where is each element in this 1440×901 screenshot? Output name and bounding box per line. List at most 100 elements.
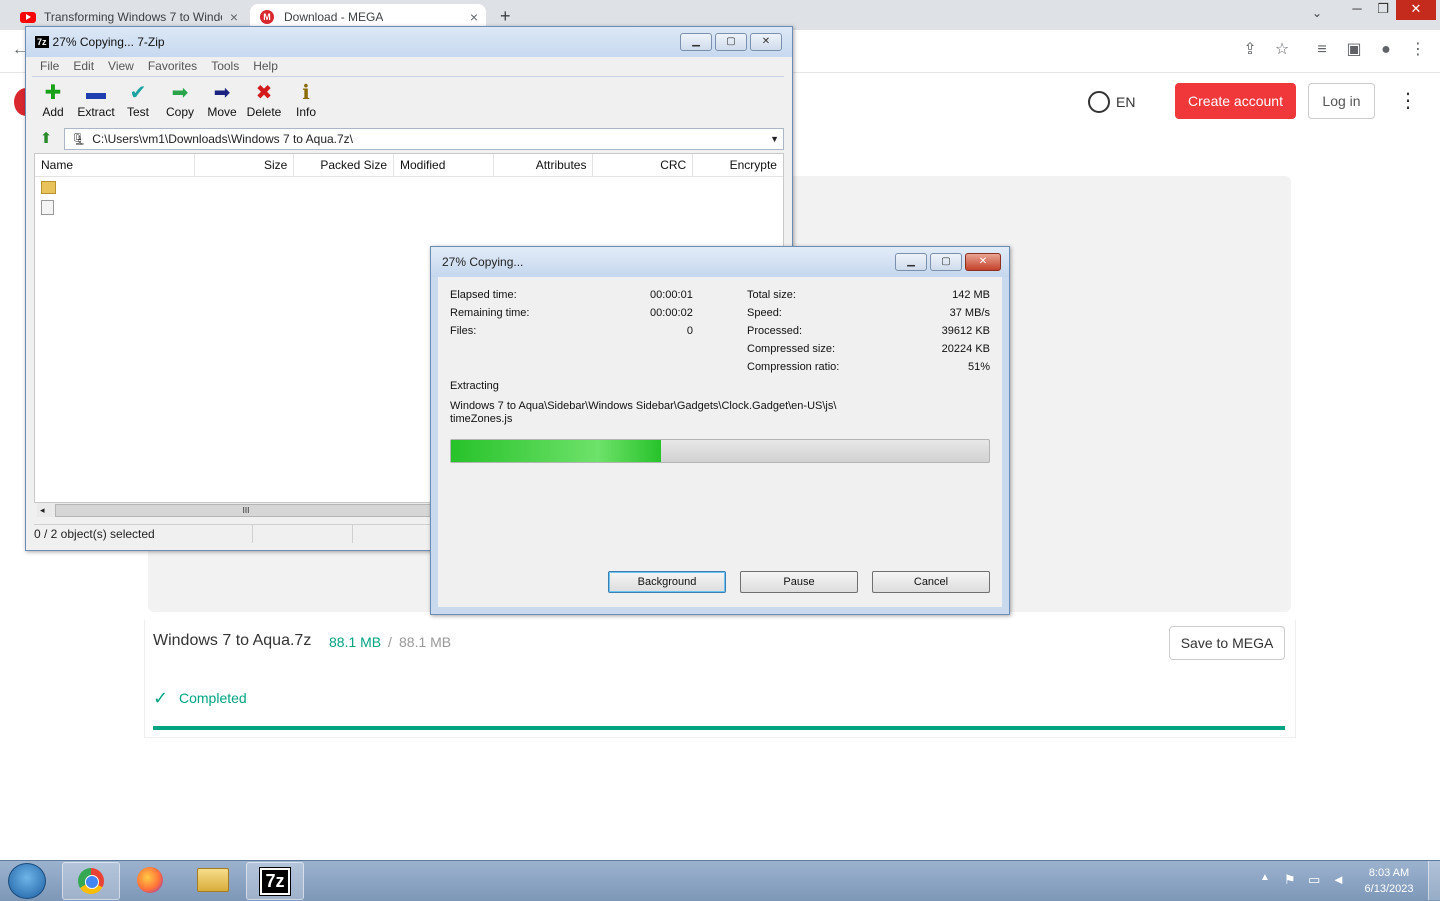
file-icon[interactable]	[41, 200, 54, 215]
clock-date: 6/13/2023	[1364, 883, 1414, 895]
extract-button[interactable]: ▬ Extract	[75, 81, 117, 119]
progress-title-bar[interactable]: 27% Copying... ▁ ▢ ✕	[431, 247, 1009, 277]
language-selector[interactable]: EN	[1116, 94, 1135, 110]
speed-value: 37 MB/s	[949, 307, 990, 319]
minimize-button[interactable]: ▁	[895, 253, 927, 271]
maximize-button[interactable]: ▢	[930, 253, 962, 271]
save-to-mega-button[interactable]: Save to MEGA	[1169, 626, 1285, 660]
show-hidden-icons-icon[interactable]: ▲	[1260, 872, 1270, 883]
maximize-button[interactable]: ▢	[715, 33, 747, 51]
show-desktop-button[interactable]	[1428, 861, 1440, 900]
column-attributes[interactable]: Attributes	[494, 154, 594, 176]
download-progress-fill	[153, 726, 1285, 730]
ratio-value: 51%	[967, 361, 990, 373]
taskbar-chrome-button[interactable]	[62, 862, 120, 900]
current-file-path: Windows 7 to Aqua\Sidebar\Windows Sideba…	[450, 400, 837, 412]
tool-label: Extract	[77, 105, 115, 119]
path-combobox[interactable]: 🗜 C:\Users\vm1\Downloads\Windows 7 to Aq…	[64, 128, 784, 150]
column-packed-size[interactable]: Packed Size	[294, 154, 395, 176]
horizontal-scrollbar[interactable]: ◂ III	[37, 503, 437, 517]
more-menu-icon[interactable]: ⋮	[1398, 88, 1418, 113]
path-text: C:\Users\vm1\Downloads\Windows 7 to Aqua…	[92, 132, 354, 146]
scroll-left-icon[interactable]: ◂	[40, 503, 45, 517]
file-list-header: Name Size Packed Size Modified Attribute…	[35, 154, 783, 177]
downloaded-size: 88.1 MB	[329, 634, 382, 650]
up-folder-icon[interactable]: ⬆	[36, 129, 56, 149]
profile-avatar-icon[interactable]: ●	[1376, 40, 1396, 60]
dialog-title: 27% Copying...	[442, 255, 524, 269]
delete-button[interactable]: ✖ Delete	[243, 81, 285, 119]
volume-muted-icon[interactable]: ◄	[1332, 872, 1345, 887]
operation-label: Extracting	[450, 380, 499, 392]
copy-button[interactable]: ➡ Copy	[159, 81, 201, 119]
new-tab-button[interactable]: +	[500, 6, 511, 27]
minus-icon: ▬	[86, 82, 106, 104]
globe-icon[interactable]	[1088, 91, 1110, 113]
system-clock[interactable]: 8:03 AM 6/13/2023	[1356, 865, 1422, 897]
create-account-button[interactable]: Create account	[1175, 83, 1296, 119]
clock-time: 8:03 AM	[1368, 867, 1410, 879]
info-button[interactable]: ℹ Info	[285, 81, 327, 119]
taskbar-sevenzip-button[interactable]: 7z	[246, 862, 304, 900]
elapsed-value: 00:00:01	[650, 289, 693, 301]
window-title: 27% Copying... 7-Zip	[52, 35, 165, 49]
column-encrypted[interactable]: Encrypte	[693, 154, 783, 176]
progress-bar	[450, 439, 990, 463]
sevenzip-title-bar[interactable]: 7z 27% Copying... 7-Zip ▁ ▢ ✕	[26, 27, 792, 57]
taskbar-firefox-button[interactable]	[122, 862, 178, 898]
menu-file[interactable]: File	[40, 59, 59, 73]
column-size[interactable]: Size	[195, 154, 295, 176]
close-button[interactable]: ✕	[1396, 0, 1436, 20]
status-divider	[252, 525, 253, 543]
menu-edit[interactable]: Edit	[73, 59, 94, 73]
menu-view[interactable]: View	[108, 59, 134, 73]
move-button[interactable]: ➡ Move	[201, 81, 243, 119]
action-center-flag-icon[interactable]: ⚑	[1284, 872, 1296, 888]
tool-label: Move	[207, 105, 237, 119]
restore-button[interactable]: ❐	[1370, 0, 1396, 20]
taskbar-explorer-button[interactable]	[185, 862, 241, 898]
minimize-button[interactable]: ─	[1344, 0, 1370, 20]
tab-title: Transforming Windows 7 to Windows	[43, 10, 222, 24]
remaining-label: Remaining time:	[450, 307, 530, 319]
tool-label: Copy	[165, 105, 194, 119]
close-button[interactable]: ✕	[965, 253, 1001, 271]
column-crc[interactable]: CRC	[593, 154, 694, 176]
column-name[interactable]: Name	[35, 154, 195, 176]
progress-content: Elapsed time: 00:00:01 Remaining time: 0…	[438, 277, 1002, 607]
pause-button[interactable]: Pause	[740, 571, 858, 593]
tool-label: Add	[42, 105, 64, 119]
chrome-menu-icon[interactable]: ⋮	[1408, 40, 1428, 60]
tab-close-icon[interactable]: ×	[462, 9, 486, 25]
start-orb-icon[interactable]	[8, 863, 46, 899]
login-button[interactable]: Log in	[1308, 83, 1375, 119]
bookmark-star-icon[interactable]: ☆	[1272, 40, 1292, 60]
menu-tools[interactable]: Tools	[211, 59, 239, 73]
folder-icon	[197, 868, 229, 892]
test-button[interactable]: ✔ Test	[117, 81, 159, 119]
total-size-label: Total size:	[747, 289, 796, 301]
plus-icon: ✚	[44, 82, 62, 104]
menu-help[interactable]: Help	[253, 59, 278, 73]
background-button[interactable]: Background	[608, 571, 726, 593]
menu-divider	[32, 76, 784, 77]
minimize-button[interactable]: ▁	[680, 33, 712, 51]
chrome-icon	[78, 868, 104, 894]
tab-close-icon[interactable]: ×	[222, 9, 246, 25]
firefox-icon	[137, 867, 163, 893]
share-icon[interactable]: ⇪	[1240, 40, 1260, 60]
reading-list-icon[interactable]: ≡	[1312, 40, 1332, 60]
close-button[interactable]: ✕	[750, 33, 782, 51]
folder-icon[interactable]	[41, 181, 56, 194]
side-panel-icon[interactable]: ▣	[1344, 40, 1364, 60]
download-progress-track	[153, 726, 1285, 730]
column-modified[interactable]: Modified	[394, 154, 494, 176]
add-button[interactable]: ✚ Add	[32, 81, 74, 119]
tab-search-chevron-down-icon[interactable]: ⌄	[1312, 6, 1322, 20]
youtube-icon	[20, 11, 36, 23]
menu-favorites[interactable]: Favorites	[148, 59, 197, 73]
cancel-button[interactable]: Cancel	[872, 571, 990, 593]
network-icon[interactable]: ▭	[1308, 872, 1320, 888]
dropdown-arrow-icon[interactable]: ▼	[770, 134, 779, 144]
scroll-thumb[interactable]: III	[55, 504, 437, 517]
